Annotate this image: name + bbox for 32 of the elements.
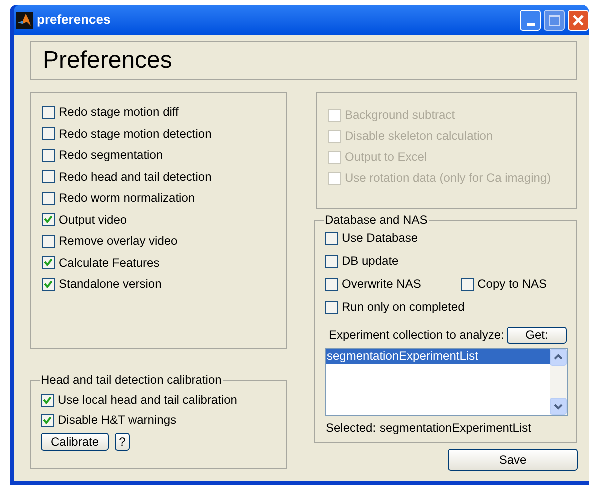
checkbox-label: Output to Excel bbox=[345, 149, 428, 166]
window-title: preferences bbox=[37, 11, 111, 30]
checkbox-label: Use Database bbox=[342, 230, 418, 247]
checkbox-label: Redo stage motion detection bbox=[59, 126, 212, 142]
checkbox-label: Redo worm normalization bbox=[59, 190, 196, 207]
checkbox-label: Disable skeleton calculation bbox=[345, 128, 494, 145]
checkbox-label: Disable H&T warnings bbox=[58, 412, 176, 429]
header-title: Preferences bbox=[43, 48, 172, 72]
checkbox-label: Overwrite NAS bbox=[342, 276, 422, 293]
collection-label: Experiment collection to analyze: bbox=[329, 327, 504, 344]
selected-label: Selected: bbox=[326, 420, 376, 437]
checkbox-label: Redo head and tail detection bbox=[59, 168, 212, 186]
checkbox-label: Redo stage motion diff bbox=[59, 104, 179, 121]
checkbox-label: Copy to NAS bbox=[478, 276, 547, 293]
checkbox-label: DB update bbox=[342, 253, 399, 270]
checkbox-label: Standalone version bbox=[59, 276, 162, 293]
checkbox-label: Background subtract bbox=[345, 107, 456, 124]
checkbox-label: Run only on completed bbox=[342, 299, 465, 316]
group-title: Database and NAS bbox=[324, 212, 429, 229]
checkbox-label: Calculate Features bbox=[59, 254, 160, 272]
list-item[interactable]: segmentationExperimentList bbox=[326, 349, 550, 364]
save-button[interactable]: Save bbox=[448, 449, 578, 471]
checkbox-label: Redo segmentation bbox=[59, 147, 164, 164]
checkbox-label: Use local head and tail calibration bbox=[58, 392, 238, 409]
checkbox-label: Output video bbox=[59, 212, 128, 228]
selected-value: segmentationExperimentList bbox=[380, 420, 532, 437]
get-button[interactable]: Get: bbox=[507, 326, 567, 344]
checkbox-label: Use rotation data (only for Ca imaging) bbox=[345, 170, 552, 187]
calibrate-button[interactable]: Calibrate bbox=[41, 433, 109, 451]
help-button[interactable]: ? bbox=[115, 433, 130, 451]
checkbox-label: Remove overlay video bbox=[59, 233, 178, 250]
group-title: Head and tail detection calibration bbox=[40, 372, 223, 389]
